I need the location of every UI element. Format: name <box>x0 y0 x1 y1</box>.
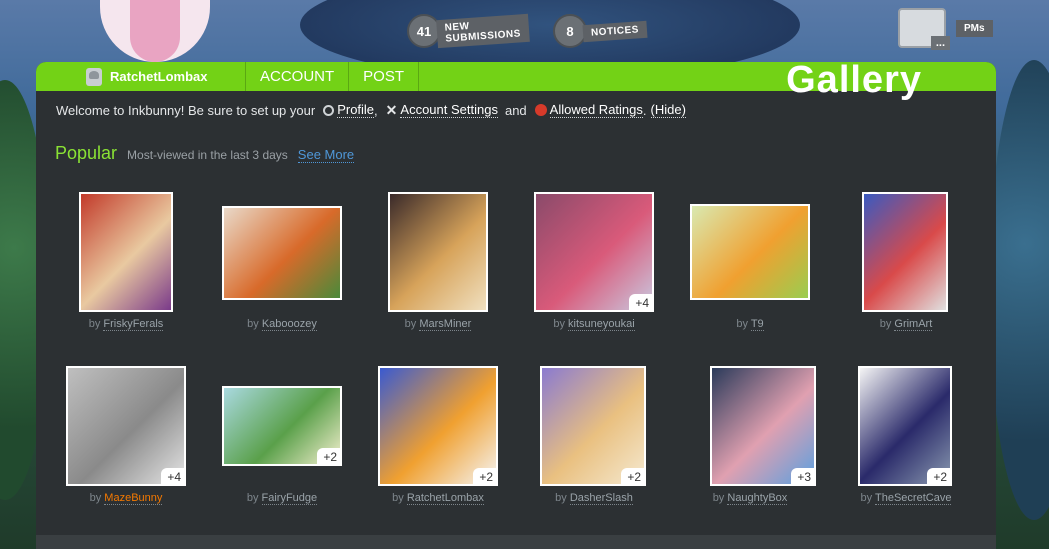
artist-link[interactable]: T9 <box>750 318 764 331</box>
main-panel: RatchetLombax ACCOUNT POST Gallery Welco… <box>36 62 996 549</box>
submission-thumbnail[interactable]: +2 <box>378 366 498 486</box>
hide-link[interactable]: (Hide) <box>650 102 686 118</box>
tools-icon: ✕ <box>385 101 398 118</box>
thumbnail-image <box>536 194 652 310</box>
submission-thumbnail[interactable]: +4 <box>534 192 654 312</box>
artist-link[interactable]: GrimArt <box>894 318 933 331</box>
extra-pages-badge: +4 <box>629 294 652 310</box>
mailbox-icon: ... <box>898 8 950 50</box>
extra-pages-badge: +4 <box>161 468 184 484</box>
submission-byline: by Kabooozey <box>247 318 317 331</box>
artist-link[interactable]: MazeBunny <box>104 492 163 505</box>
submission-byline: by FriskyFerals <box>88 318 164 331</box>
thumbnail-image <box>68 368 184 484</box>
thumbnail-image <box>390 194 486 310</box>
username: RatchetLombax <box>110 69 208 84</box>
submission-byline: by kitsuneyoukai <box>553 318 635 331</box>
extra-pages-badge: +2 <box>927 468 950 484</box>
thumbnail-image <box>860 368 950 484</box>
pm-label: PMs <box>956 19 993 37</box>
header-mascot <box>100 0 210 62</box>
account-settings-link[interactable]: Account Settings <box>400 102 498 118</box>
submission-byline: by GrimArt <box>879 318 933 331</box>
artist-link[interactable]: FairyFudge <box>261 492 318 505</box>
profile-link[interactable]: Profile <box>337 102 375 118</box>
submission-thumbnail[interactable]: +2 <box>858 366 952 486</box>
thumbnail-image <box>692 206 808 298</box>
submission-thumbnail[interactable] <box>690 204 810 300</box>
allowed-ratings-link[interactable]: Allowed Ratings <box>549 102 643 118</box>
post-button[interactable]: POST <box>349 62 420 91</box>
notices-label: NOTICES <box>582 20 648 42</box>
submission-byline: by T9 <box>736 318 764 331</box>
submission-byline: by NaughtyBox <box>712 492 788 505</box>
artist-link[interactable]: FriskyFerals <box>103 318 164 331</box>
submission-thumbnail[interactable]: +4 <box>66 366 186 486</box>
avatar <box>86 67 102 86</box>
section-subtitle: Most-viewed in the last 3 days <box>127 148 288 162</box>
artist-link[interactable]: NaughtyBox <box>727 492 788 505</box>
account-button[interactable]: ACCOUNT <box>246 62 350 91</box>
thumbnail-image <box>81 194 171 310</box>
artist-link[interactable]: RatchetLombax <box>406 492 484 505</box>
private-messages-button[interactable]: ... PMs <box>898 8 993 50</box>
extra-pages-badge: +2 <box>317 448 340 464</box>
footer-divider <box>36 535 996 549</box>
submission-thumbnail[interactable] <box>222 206 342 300</box>
rating-icon <box>534 104 547 116</box>
see-more-link[interactable]: See More <box>297 147 355 163</box>
notices-badge[interactable]: 8 NOTICES <box>553 14 648 48</box>
submission-byline: by TheSecretCave <box>860 492 952 505</box>
new-submissions-badge[interactable]: 41 NEW SUBMISSIONS <box>407 13 530 49</box>
pm-count: ... <box>930 36 950 50</box>
extra-pages-badge: +2 <box>473 468 496 484</box>
submission-byline: by MarsMiner <box>404 318 472 331</box>
popular-header: Popular Most-viewed in the last 3 days S… <box>36 121 996 164</box>
artist-link[interactable]: kitsuneyoukai <box>568 318 635 331</box>
submission-thumbnail[interactable]: +2 <box>540 366 646 486</box>
submission-byline: by FairyFudge <box>246 492 318 505</box>
submission-thumbnail[interactable]: +3 <box>710 366 816 486</box>
background-foliage <box>989 60 1049 520</box>
page-title: Gallery <box>786 62 922 101</box>
submission-thumbnail[interactable] <box>79 192 173 312</box>
extra-pages-badge: +3 <box>791 468 814 484</box>
submissions-label: NEW SUBMISSIONS <box>436 13 530 49</box>
thumbnail-image <box>712 368 814 484</box>
submission-byline: by MazeBunny <box>89 492 163 505</box>
artist-link[interactable]: Kabooozey <box>261 318 317 331</box>
artist-link[interactable]: MarsMiner <box>419 318 472 331</box>
submission-thumbnail[interactable] <box>862 192 948 312</box>
user-menu[interactable]: RatchetLombax <box>36 62 246 91</box>
top-nav-bar: RatchetLombax ACCOUNT POST Gallery <box>36 62 996 101</box>
profile-icon <box>323 104 335 116</box>
artist-link[interactable]: DasherSlash <box>569 492 633 505</box>
thumbnail-image <box>224 208 340 298</box>
submission-thumbnail[interactable]: +2 <box>222 386 342 466</box>
submission-byline: by RatchetLombax <box>392 492 484 505</box>
thumbnail-image <box>542 368 644 484</box>
submission-byline: by DasherSlash <box>555 492 633 505</box>
thumbnail-image <box>380 368 496 484</box>
section-title: Popular <box>55 143 118 163</box>
extra-pages-badge: +2 <box>621 468 644 484</box>
artist-link[interactable]: TheSecretCave <box>875 492 952 505</box>
thumbnail-image <box>864 194 946 310</box>
submission-thumbnail[interactable] <box>388 192 488 312</box>
